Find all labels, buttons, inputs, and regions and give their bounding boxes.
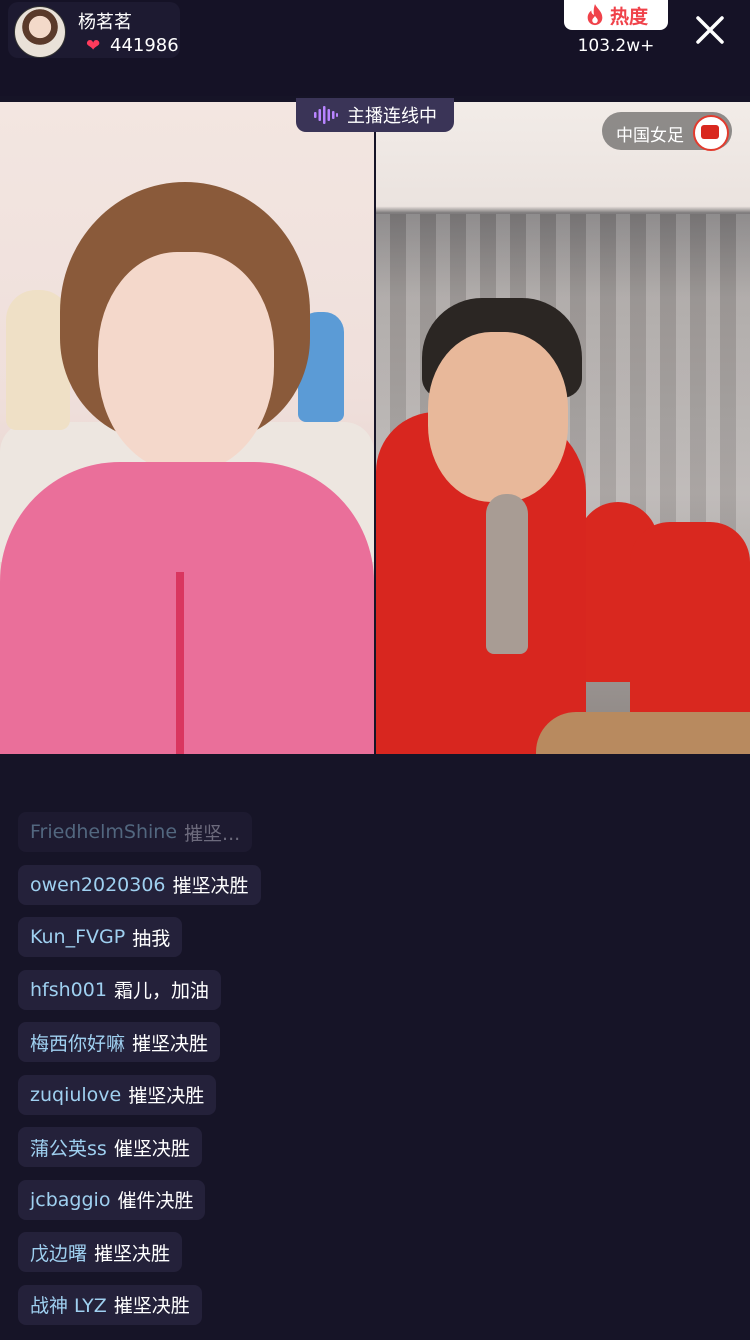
comment-text: 摧坚决胜 — [172, 875, 249, 897]
hot-value: 103.2w+ — [577, 36, 655, 56]
player-person — [630, 522, 750, 722]
comment-user[interactable]: 战神 LYZ — [30, 1291, 107, 1318]
partner-tag[interactable]: 中国女足 — [602, 112, 732, 151]
like-count: 441986 — [110, 35, 179, 56]
comment-item: zuqiulove 摧坚决胜 — [18, 1074, 217, 1115]
hot-badge[interactable]: 热度 — [564, 0, 668, 30]
comment-item: 蒲公英ss 催坚决胜 — [18, 1127, 202, 1167]
comment-user[interactable]: 梅西你好嘛 — [30, 1029, 125, 1056]
flame-icon — [587, 4, 603, 26]
zipper — [176, 572, 184, 754]
comment-text: 摧坚... — [184, 822, 241, 845]
comment-user[interactable]: hfsh001 — [30, 979, 107, 1001]
comment-item: 戊边曙 摧坚决胜 — [18, 1232, 183, 1272]
heart-icon: ❤ — [86, 36, 101, 56]
comment-text: 催坚决胜 — [113, 1137, 190, 1160]
hot-ranking[interactable]: 热度 103.2w+ — [562, 0, 670, 58]
comment-item: 战神 LYZ 摧坚决胜 — [18, 1284, 202, 1325]
comment-text: 霜儿，加油 — [113, 980, 209, 1002]
host-video[interactable] — [0, 102, 374, 754]
host-info[interactable]: 杨茗茗 ❤ 441986 — [8, 2, 180, 58]
top-bar: 杨茗茗 ❤ 441986 热度 103.2w+ — [0, 0, 750, 96]
player-face — [428, 332, 568, 502]
partner-video[interactable] — [376, 102, 750, 754]
hot-label: 热度 — [609, 5, 648, 28]
comment-user[interactable]: jcbaggio — [30, 1189, 110, 1211]
host-body — [0, 462, 374, 754]
comment-user[interactable]: zuqiulove — [30, 1084, 121, 1106]
table — [536, 712, 750, 754]
comment-text: 摧坚决胜 — [113, 1295, 190, 1317]
microphone — [486, 494, 528, 654]
comment-item: Kun_FVGP 抽我 — [18, 917, 183, 957]
audio-wave-icon — [314, 106, 338, 124]
team-logo-icon — [693, 115, 729, 151]
comment-user[interactable]: FriedhelmShine — [30, 821, 177, 843]
comment-user[interactable]: Kun_FVGP — [30, 926, 125, 948]
co-host-link-badge: 主播连线中 — [296, 98, 454, 132]
comment-item: 梅西你好嘛 摧坚决胜 — [18, 1022, 221, 1062]
comment-user[interactable]: 蒲公英ss — [30, 1134, 107, 1161]
partner-name: 中国女足 — [616, 126, 684, 146]
comment-text: 摧坚决胜 — [94, 1242, 171, 1265]
comment-item: FriedhelmShine 摧坚... — [18, 812, 253, 852]
co-host-link-text: 主播连线中 — [347, 106, 437, 127]
host-name: 杨茗茗 — [78, 12, 132, 33]
comment-text: 催件决胜 — [117, 1190, 194, 1212]
host-face — [98, 252, 274, 472]
comment-item: jcbaggio 催件决胜 — [18, 1179, 206, 1220]
host-avatar[interactable] — [14, 6, 66, 58]
comment-text: 摧坚决胜 — [132, 1032, 209, 1055]
comment-list[interactable]: FriedhelmShine 摧坚... owen2020306 摧坚决胜 Kun_… — [18, 812, 738, 1337]
comment-text: 摧坚决胜 — [128, 1085, 205, 1107]
comment-user[interactable]: 戊边曙 — [30, 1239, 87, 1266]
comment-item: hfsh001 霜儿，加油 — [18, 969, 221, 1010]
comment-item: owen2020306 摧坚决胜 — [18, 864, 261, 905]
comment-user[interactable]: owen2020306 — [30, 874, 166, 896]
comment-text: 抽我 — [132, 927, 171, 950]
close-icon[interactable] — [690, 10, 730, 50]
